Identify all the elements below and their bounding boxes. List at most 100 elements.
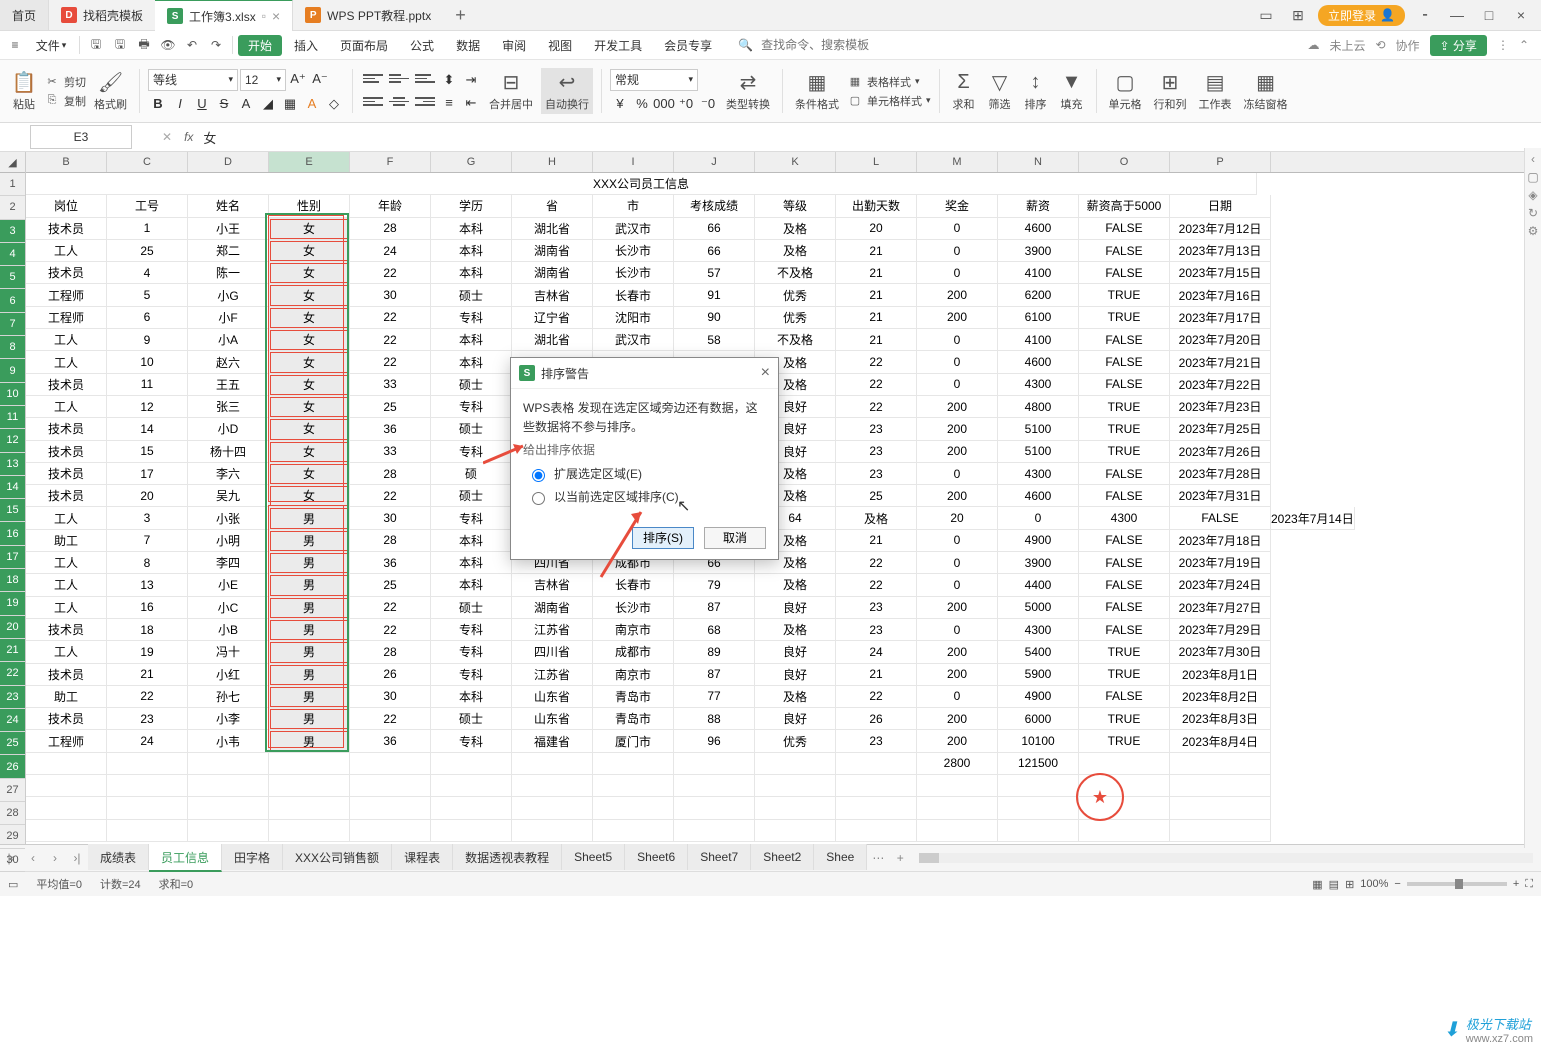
cell-P19[interactable]: 2023年7月24日 — [1170, 574, 1271, 596]
col-header-P[interactable]: P — [1170, 152, 1271, 172]
cell-O16[interactable]: 4300 — [1079, 507, 1170, 529]
cell-I24[interactable]: 青岛市 — [593, 686, 674, 708]
cell-H27[interactable] — [512, 753, 593, 775]
cell-I29[interactable] — [593, 797, 674, 819]
cell-K22[interactable]: 良好 — [755, 641, 836, 663]
cell-J21[interactable]: 68 — [674, 619, 755, 641]
fill-color-button[interactable]: ◢ — [258, 94, 278, 114]
cell-H5[interactable]: 湖南省 — [512, 262, 593, 284]
cell-E5[interactable]: 女 — [269, 262, 350, 284]
sheet-tab-课程表[interactable]: 课程表 — [392, 844, 453, 870]
cell-O14[interactable]: FALSE — [1079, 463, 1170, 485]
cell-F25[interactable]: 22 — [350, 708, 431, 730]
cell-M22[interactable]: 200 — [917, 641, 998, 663]
cell-P20[interactable]: 2023年7月27日 — [1170, 597, 1271, 619]
cell-N29[interactable] — [998, 797, 1079, 819]
side-tools-icon[interactable]: ⚙ — [1526, 224, 1540, 238]
cell-F18[interactable]: 36 — [350, 552, 431, 574]
sheet-nav-next[interactable]: › — [44, 851, 66, 865]
cell-K8[interactable]: 不及格 — [755, 329, 836, 351]
cell-P22[interactable]: 2023年7月30日 — [1170, 641, 1271, 663]
cell-N7[interactable]: 6100 — [998, 307, 1079, 329]
row-header-27[interactable]: 27 — [0, 779, 25, 802]
cell-L18[interactable]: 22 — [836, 552, 917, 574]
cell-C26[interactable]: 24 — [107, 730, 188, 752]
cell-F19[interactable]: 25 — [350, 574, 431, 596]
formula-input[interactable] — [199, 130, 1541, 145]
cell-P26[interactable]: 2023年8月4日 — [1170, 730, 1271, 752]
radio-current-selection[interactable]: 以当前选定区域排序(C) — [527, 488, 766, 507]
cell-C28[interactable] — [107, 775, 188, 797]
cell-C13[interactable]: 15 — [107, 441, 188, 463]
cell-F30[interactable] — [350, 820, 431, 842]
cell-N4[interactable]: 3900 — [998, 240, 1079, 262]
cell-J6[interactable]: 91 — [674, 284, 755, 306]
cell-L25[interactable]: 26 — [836, 708, 917, 730]
cell-M19[interactable]: 0 — [917, 574, 998, 596]
cell-D8[interactable]: 小A — [188, 329, 269, 351]
cell-H25[interactable]: 山东省 — [512, 708, 593, 730]
cell-O3[interactable]: FALSE — [1079, 218, 1170, 240]
row-header-10[interactable]: 10 — [0, 383, 25, 406]
cell-L20[interactable]: 23 — [836, 597, 917, 619]
redo-icon[interactable]: ↷ — [205, 34, 227, 56]
cell-C3[interactable]: 1 — [107, 218, 188, 240]
decimal-inc-button[interactable]: ⁺0 — [676, 94, 696, 114]
cell-J5[interactable]: 57 — [674, 262, 755, 284]
cell-E19[interactable]: 男 — [269, 574, 350, 596]
cell-N30[interactable] — [998, 820, 1079, 842]
cell-F23[interactable]: 26 — [350, 664, 431, 686]
cell-H19[interactable]: 吉林省 — [512, 574, 593, 596]
merge-center-button[interactable]: ⊟ 合并居中 — [485, 68, 537, 114]
cell-G4[interactable]: 本科 — [431, 240, 512, 262]
coop-icon[interactable]: ⟲ — [1375, 38, 1385, 52]
new-tab-button[interactable]: + — [443, 0, 478, 30]
sum-button[interactable]: Σ求和 — [948, 68, 980, 114]
cell-B19[interactable]: 工人 — [26, 574, 107, 596]
cell-G25[interactable]: 硕士 — [431, 708, 512, 730]
cell-L8[interactable]: 21 — [836, 329, 917, 351]
cell-B3[interactable]: 技术员 — [26, 218, 107, 240]
cell-G18[interactable]: 本科 — [431, 552, 512, 574]
cell-N5[interactable]: 4100 — [998, 262, 1079, 284]
cell-G3[interactable]: 本科 — [431, 218, 512, 240]
cell-E21[interactable]: 男 — [269, 619, 350, 641]
cell-E8[interactable]: 女 — [269, 329, 350, 351]
cell-P3[interactable]: 2023年7月12日 — [1170, 218, 1271, 240]
cell-L7[interactable]: 21 — [836, 307, 917, 329]
cell-O10[interactable]: FALSE — [1079, 374, 1170, 396]
row-header-20[interactable]: 20 — [0, 616, 25, 639]
cell-O13[interactable]: TRUE — [1079, 441, 1170, 463]
cell-I27[interactable] — [593, 753, 674, 775]
cell-B9[interactable]: 工人 — [26, 351, 107, 373]
col-header-K[interactable]: K — [755, 152, 836, 172]
cell-B7[interactable]: 工程师 — [26, 307, 107, 329]
cell-L30[interactable] — [836, 820, 917, 842]
cell-E14[interactable]: 女 — [269, 463, 350, 485]
bold-button[interactable]: B — [148, 94, 168, 114]
cell-D11[interactable]: 张三 — [188, 396, 269, 418]
cell-E26[interactable]: 男 — [269, 730, 350, 752]
cell-P27[interactable] — [1170, 753, 1271, 775]
cell-J20[interactable]: 87 — [674, 597, 755, 619]
cell-J22[interactable]: 89 — [674, 641, 755, 663]
font-size-select[interactable]: 12▾ — [240, 69, 286, 91]
align-bottom-button[interactable] — [413, 70, 437, 88]
cell-M7[interactable]: 200 — [917, 307, 998, 329]
menu-tab-公式[interactable]: 公式 — [400, 35, 444, 56]
options-icon[interactable]: ⁃ — [1413, 7, 1437, 24]
name-box[interactable]: E3 — [30, 125, 132, 149]
cell-K3[interactable]: 及格 — [755, 218, 836, 240]
cell-N22[interactable]: 5400 — [998, 641, 1079, 663]
align-top-button[interactable] — [361, 70, 385, 88]
cell-N27[interactable]: 121500 — [998, 753, 1079, 775]
cell-C22[interactable]: 19 — [107, 641, 188, 663]
cell-E10[interactable]: 女 — [269, 374, 350, 396]
add-sheet-button[interactable]: + — [889, 851, 911, 865]
cell-B11[interactable]: 工人 — [26, 396, 107, 418]
cells-button[interactable]: ▢单元格 — [1105, 68, 1146, 114]
table-style-button[interactable]: ▦表格样式▾ — [847, 74, 931, 90]
cell-O25[interactable]: TRUE — [1079, 708, 1170, 730]
cell-N14[interactable]: 4300 — [998, 463, 1079, 485]
cell-E30[interactable] — [269, 820, 350, 842]
